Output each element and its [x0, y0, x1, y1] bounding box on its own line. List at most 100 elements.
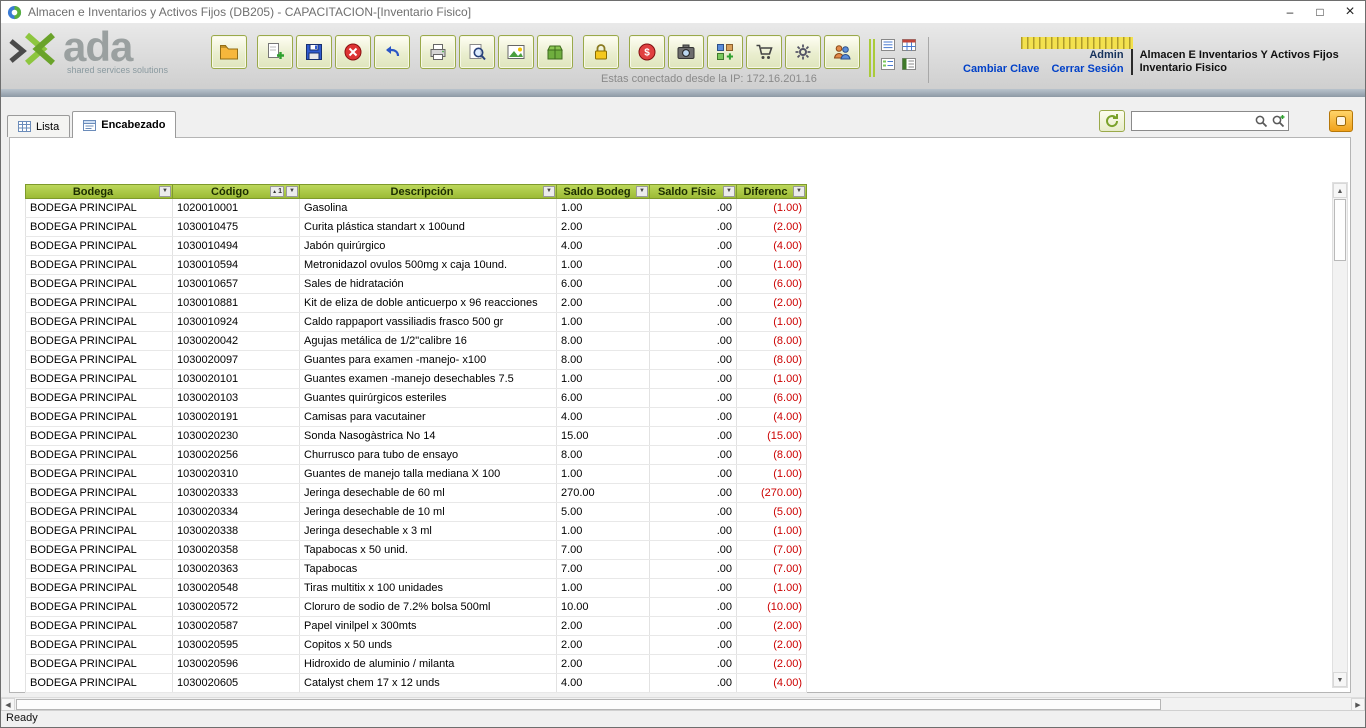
- table-row[interactable]: BODEGA PRINCIPAL 1030020042 Agujas metál…: [25, 332, 807, 351]
- cell-bodega: BODEGA PRINCIPAL: [25, 655, 173, 673]
- tab-lista[interactable]: Lista: [7, 115, 70, 137]
- table-row[interactable]: BODEGA PRINCIPAL 1030020103 Guantes quir…: [25, 389, 807, 408]
- toolbar-buttons: $: [211, 35, 870, 69]
- table-row[interactable]: BODEGA PRINCIPAL 1020010001 Gasolina 1.0…: [25, 199, 807, 218]
- table-row[interactable]: BODEGA PRINCIPAL 1030020596 Hidroxido de…: [25, 655, 807, 674]
- table-row[interactable]: BODEGA PRINCIPAL 1030010475 Curita plást…: [25, 218, 807, 237]
- horizontal-scroll-thumb[interactable]: [16, 699, 1161, 710]
- search-icon[interactable]: [1254, 114, 1268, 128]
- components-button[interactable]: [707, 35, 743, 69]
- table-row[interactable]: BODEGA PRINCIPAL 1030010657 Sales de hid…: [25, 275, 807, 294]
- view-sheet-button[interactable]: [900, 37, 918, 53]
- table-row[interactable]: BODEGA PRINCIPAL 1030020334 Jeringa dese…: [25, 503, 807, 522]
- column-header[interactable]: Saldo Físic: [650, 184, 737, 199]
- table-row[interactable]: BODEGA PRINCIPAL 1030020333 Jeringa dese…: [25, 484, 807, 503]
- table-row[interactable]: BODEGA PRINCIPAL 1030020097 Guantes para…: [25, 351, 807, 370]
- minimize-button[interactable]: –: [1275, 1, 1305, 23]
- session-info: Admin Cambiar Clave Cerrar Sesión Almace…: [963, 49, 1339, 75]
- table-row[interactable]: BODEGA PRINCIPAL 1030020548 Tiras multit…: [25, 579, 807, 598]
- table-row[interactable]: BODEGA PRINCIPAL 1030020605 Catalyst che…: [25, 674, 807, 693]
- search-input[interactable]: [1135, 114, 1251, 128]
- cell-diferencia: (8.00): [737, 351, 807, 369]
- camera-button[interactable]: [668, 35, 704, 69]
- add-record-button[interactable]: [257, 35, 293, 69]
- table-row[interactable]: BODEGA PRINCIPAL 1030020363 Tapabocas 7.…: [25, 560, 807, 579]
- cell-saldo-bodega: 7.00: [557, 541, 650, 559]
- column-header[interactable]: Código 1: [173, 184, 300, 199]
- cell-bodega: BODEGA PRINCIPAL: [25, 256, 173, 274]
- export-image-button[interactable]: [498, 35, 534, 69]
- grid-body: BODEGA PRINCIPAL 1020010001 Gasolina 1.0…: [25, 199, 807, 693]
- horizontal-scrollbar[interactable]: [1, 697, 1365, 711]
- table-row[interactable]: BODEGA PRINCIPAL 1030020338 Jeringa dese…: [25, 522, 807, 541]
- view-details-button[interactable]: [879, 56, 897, 72]
- cell-diferencia: (1.00): [737, 256, 807, 274]
- print-button[interactable]: [420, 35, 456, 69]
- tab-encabezado[interactable]: Encabezado: [72, 111, 176, 138]
- close-button[interactable]: ×: [1335, 1, 1365, 23]
- save-button[interactable]: [296, 35, 332, 69]
- table-row[interactable]: BODEGA PRINCIPAL 1030020191 Camisas para…: [25, 408, 807, 427]
- cell-codigo: 1030020042: [173, 332, 300, 350]
- column-header[interactable]: Diferenc: [737, 184, 807, 199]
- delete-button[interactable]: [335, 35, 371, 69]
- table-row[interactable]: BODEGA PRINCIPAL 1030010881 Kit de eliza…: [25, 294, 807, 313]
- column-header[interactable]: Saldo Bodeg: [557, 184, 650, 199]
- table-row[interactable]: BODEGA PRINCIPAL 1030010494 Jabón quirúr…: [25, 237, 807, 256]
- module-title: Almacen E Inventarios Y Activos Fijos: [1140, 49, 1339, 62]
- change-password-link[interactable]: Cambiar Clave: [963, 63, 1039, 75]
- filter-dropdown-button[interactable]: [793, 186, 805, 197]
- scroll-up-arrow[interactable]: [1333, 183, 1347, 198]
- filter-dropdown-button[interactable]: [159, 186, 171, 197]
- table-row[interactable]: BODEGA PRINCIPAL 1030010594 Metronidazol…: [25, 256, 807, 275]
- cell-diferencia: (4.00): [737, 237, 807, 255]
- cell-diferencia: (7.00): [737, 541, 807, 559]
- column-label: Bodega: [73, 186, 125, 198]
- vertical-scrollbar[interactable]: [1332, 182, 1348, 688]
- view-export-button[interactable]: [900, 56, 918, 72]
- status-bar: Ready: [1, 710, 1365, 727]
- table-row[interactable]: BODEGA PRINCIPAL 1030020595 Copitos x 50…: [25, 636, 807, 655]
- table-row[interactable]: BODEGA PRINCIPAL 1030020230 Sonda Nasogà…: [25, 427, 807, 446]
- preview-button[interactable]: [459, 35, 495, 69]
- delete-icon: [343, 42, 363, 62]
- logout-link[interactable]: Cerrar Sesión: [1051, 63, 1123, 75]
- cell-saldo-bodega: 1.00: [557, 370, 650, 388]
- column-label: Saldo Físic: [658, 186, 728, 198]
- column-header[interactable]: Bodega: [25, 184, 173, 199]
- filter-dropdown-button[interactable]: [723, 186, 735, 197]
- search-add-icon[interactable]: [1271, 114, 1285, 128]
- table-row[interactable]: BODEGA PRINCIPAL 1030020256 Churrusco pa…: [25, 446, 807, 465]
- refresh-button[interactable]: [1099, 110, 1125, 132]
- maximize-button[interactable]: □: [1305, 1, 1335, 23]
- table-row[interactable]: BODEGA PRINCIPAL 1030020358 Tapabocas x …: [25, 541, 807, 560]
- lock-button[interactable]: [583, 35, 619, 69]
- users-button[interactable]: [824, 35, 860, 69]
- filter-dropdown-button[interactable]: [286, 186, 298, 197]
- list-view-icon: [881, 38, 895, 52]
- tools-button[interactable]: [785, 35, 821, 69]
- cell-bodega: BODEGA PRINCIPAL: [25, 275, 173, 293]
- table-row[interactable]: BODEGA PRINCIPAL 1030020310 Guantes de m…: [25, 465, 807, 484]
- vertical-scroll-thumb[interactable]: [1334, 199, 1346, 261]
- filter-dropdown-button[interactable]: [636, 186, 648, 197]
- new-folder-button[interactable]: [211, 35, 247, 69]
- cell-descripcion: Guantes de manejo talla mediana X 100: [300, 465, 557, 483]
- filter-dropdown-button[interactable]: [543, 186, 555, 197]
- screen-title: Inventario Fisico: [1140, 62, 1339, 75]
- column-header[interactable]: Descripción: [300, 184, 557, 199]
- table-row[interactable]: BODEGA PRINCIPAL 1030020572 Cloruro de s…: [25, 598, 807, 617]
- table-row[interactable]: BODEGA PRINCIPAL 1030020587 Papel vinilp…: [25, 617, 807, 636]
- view-list-button[interactable]: [879, 37, 897, 53]
- cell-saldo-fisico: .00: [650, 636, 737, 654]
- scroll-down-arrow[interactable]: [1333, 672, 1347, 687]
- toolbar-drag-handle[interactable]: [869, 39, 875, 77]
- cart-button[interactable]: [746, 35, 782, 69]
- undo-button[interactable]: [374, 35, 410, 69]
- exit-button[interactable]: [1329, 110, 1353, 132]
- table-row[interactable]: BODEGA PRINCIPAL 1030010924 Caldo rappap…: [25, 313, 807, 332]
- table-row[interactable]: BODEGA PRINCIPAL 1030020101 Guantes exam…: [25, 370, 807, 389]
- currency-button[interactable]: $: [629, 35, 665, 69]
- cell-saldo-bodega: 6.00: [557, 275, 650, 293]
- package-button[interactable]: [537, 35, 573, 69]
